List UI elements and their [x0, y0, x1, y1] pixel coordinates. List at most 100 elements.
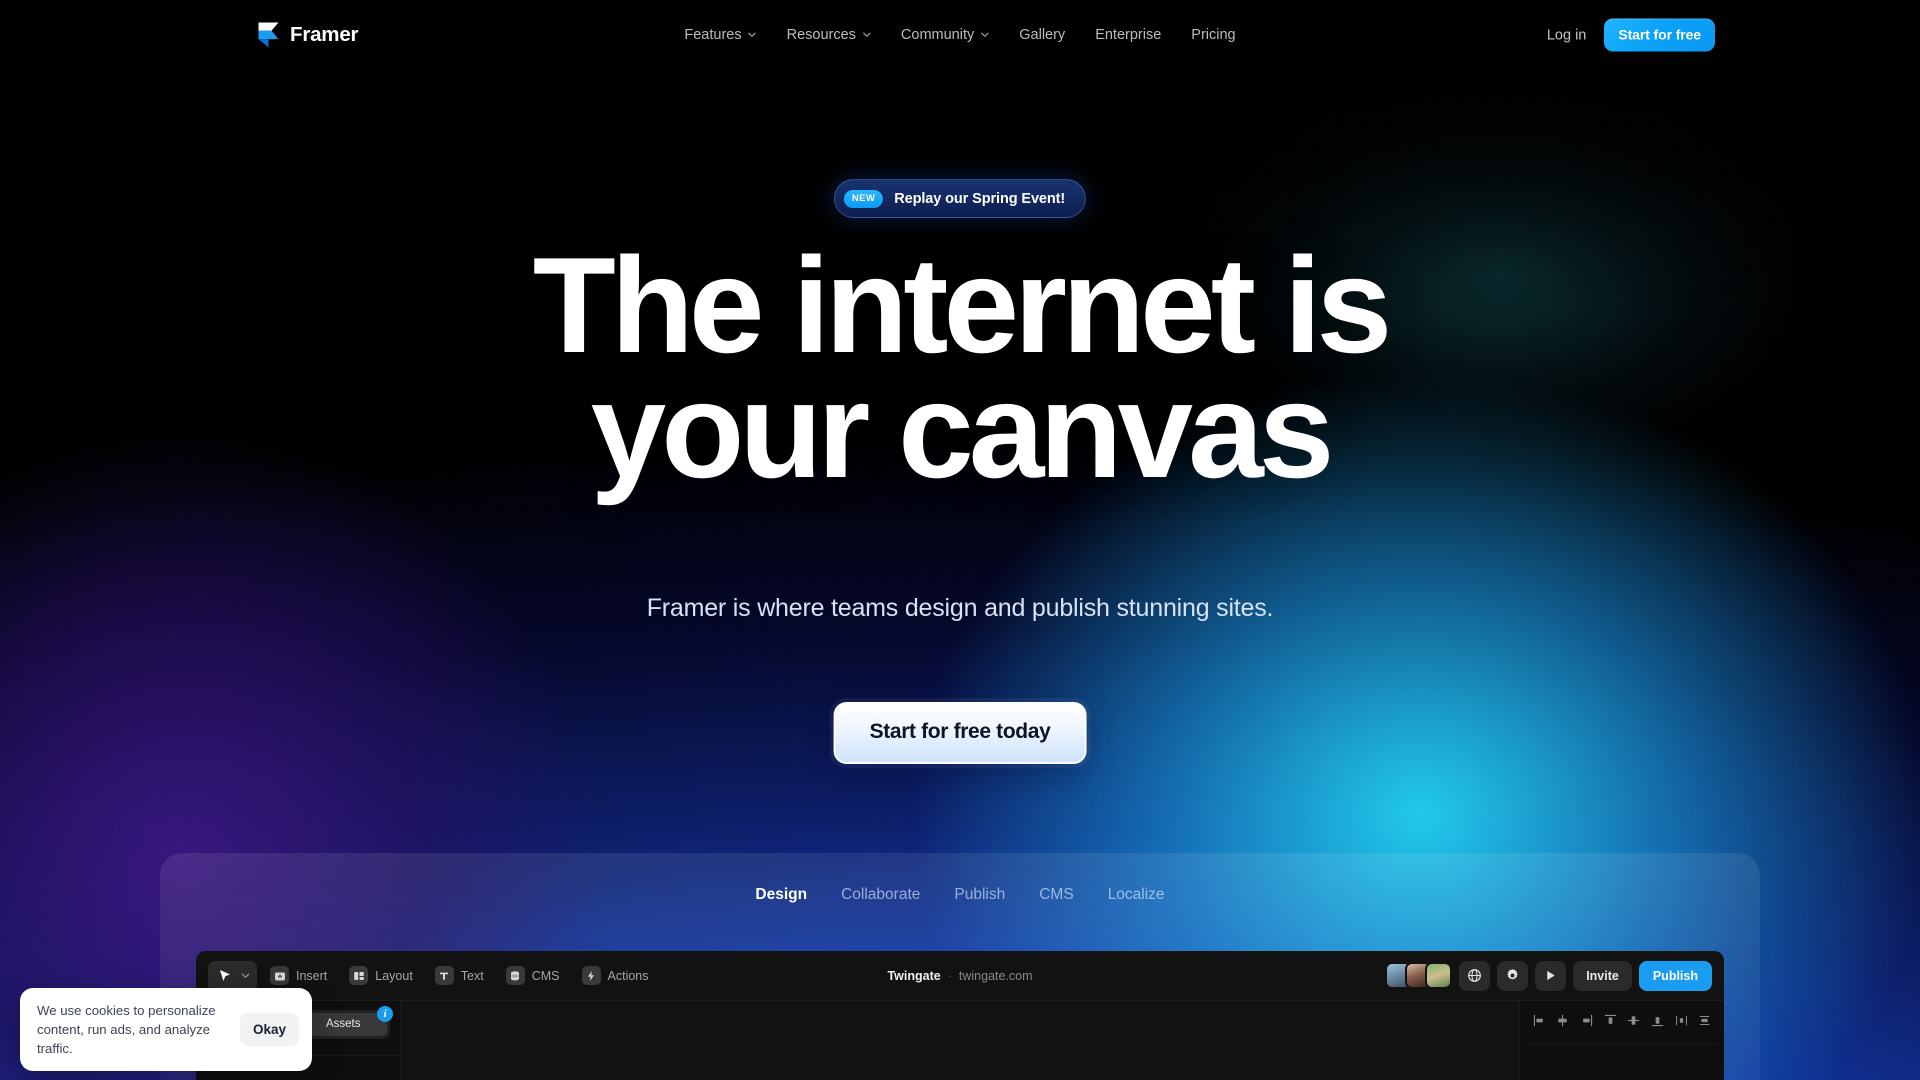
nav-item-label: Enterprise [1095, 27, 1162, 43]
layout-icon [349, 966, 369, 985]
align-right-icon-button[interactable] [1575, 1009, 1597, 1031]
info-badge: i [377, 1006, 393, 1022]
nav-actions: Log in Start for free [1547, 18, 1715, 52]
tool-label: Insert [296, 968, 328, 983]
hero-subtitle: Framer is where teams design and publish… [646, 594, 1274, 622]
framer-logo-icon [258, 22, 279, 48]
align-horizontal-center-icon-button[interactable] [1552, 1009, 1574, 1031]
brand-logo[interactable]: Framer [258, 22, 359, 48]
publish-button[interactable]: Publish [1638, 960, 1712, 991]
align-top-icon [1603, 1013, 1618, 1028]
cookie-message: We use cookies to personalize content, r… [37, 1003, 216, 1057]
gear-icon-button[interactable] [1497, 960, 1529, 991]
app-toolbar-tools: Insert Layout Text CMS Actions [208, 960, 658, 991]
brand-name: Framer [290, 23, 359, 46]
announcement-text: Replay our Spring Event! [894, 190, 1066, 207]
gear-icon [1505, 968, 1520, 983]
tool-actions[interactable]: Actions [573, 961, 658, 991]
login-link[interactable]: Log in [1547, 27, 1587, 43]
distribute-horizontal-icon-button[interactable] [1670, 1009, 1692, 1031]
nav-item-label: Resources [786, 27, 856, 43]
play-icon-button[interactable] [1535, 960, 1567, 991]
nav-item-label: Community [900, 27, 975, 43]
tool-cursor[interactable] [208, 960, 257, 991]
align-vertical-center-icon [1626, 1013, 1641, 1028]
nav-item-label: Pricing [1191, 27, 1236, 43]
nav-item-community[interactable]: Community [886, 27, 1004, 43]
align-horizontal-center-icon [1555, 1013, 1570, 1028]
cookie-consent-banner: We use cookies to personalize content, r… [20, 988, 312, 1072]
alignment-toolbar [1526, 1009, 1718, 1031]
announcement-pill[interactable]: NEW Replay our Spring Event! [833, 179, 1087, 218]
cms-icon [505, 966, 525, 985]
tab-localize[interactable]: Localize [1091, 886, 1182, 904]
hero-cta-wrapper: Start for free today [833, 702, 1087, 764]
chevron-down-icon [862, 30, 871, 39]
nav-item-gallery[interactable]: Gallery [1004, 27, 1080, 43]
announcement-pill-wrapper: NEW Replay our Spring Event! [833, 179, 1087, 218]
align-bottom-icon-button[interactable] [1647, 1009, 1669, 1031]
nav-item-label: Gallery [1019, 27, 1066, 43]
nav-item-resources[interactable]: Resources [772, 27, 886, 43]
page-title: The internet is your canvas [0, 237, 1920, 507]
tool-layout[interactable]: Layout [340, 961, 422, 991]
nav-item-features[interactable]: Features [669, 27, 771, 43]
top-navigation-bar: Framer Features Resources Community Gall… [0, 0, 1920, 70]
tool-label: Text [460, 968, 484, 983]
text-icon [434, 966, 454, 985]
invite-button[interactable]: Invite [1573, 960, 1632, 991]
tool-insert[interactable]: Insert [261, 961, 336, 991]
tool-cms[interactable]: CMS [497, 961, 569, 991]
start-for-free-today-button[interactable]: Start for free today [833, 702, 1087, 764]
tool-text[interactable]: Text [426, 961, 493, 991]
globe-icon-button[interactable] [1459, 960, 1491, 991]
tab-publish[interactable]: Publish [937, 886, 1022, 904]
tool-label: CMS [531, 968, 560, 983]
collaborator-avatars [1385, 962, 1453, 989]
nav-menu: Features Resources Community Gallery Ent… [669, 27, 1250, 43]
tab-cms[interactable]: CMS [1022, 886, 1090, 904]
chevron-down-icon [748, 30, 757, 39]
project-breadcrumb: Twingate · twingate.com [887, 969, 1032, 983]
insert-icon [270, 966, 289, 985]
chevron-down-icon [241, 969, 250, 983]
nav-item-enterprise[interactable]: Enterprise [1080, 27, 1176, 43]
cursor-icon [215, 966, 234, 985]
project-name: Twingate [887, 968, 941, 983]
left-panel-tab-assets[interactable]: Assets i [299, 1006, 393, 1036]
distribute-horizontal-icon [1674, 1013, 1689, 1028]
app-canvas[interactable] [401, 1001, 1519, 1080]
app-right-panel [1519, 1001, 1724, 1080]
align-bottom-icon [1650, 1013, 1665, 1028]
globe-icon [1467, 968, 1482, 983]
right-panel-divider [1526, 1043, 1718, 1044]
project-url[interactable]: twingate.com [959, 969, 1033, 983]
tab-design[interactable]: Design [738, 886, 824, 904]
nav-item-label: Features [684, 27, 742, 43]
app-window-mockup: Insert Layout Text CMS Actions Twingate … [196, 951, 1724, 1080]
align-left-icon-button[interactable] [1528, 1009, 1550, 1031]
avatar[interactable] [1425, 962, 1453, 989]
tab-collaborate[interactable]: Collaborate [824, 886, 937, 904]
align-right-icon [1579, 1013, 1594, 1028]
app-toolbar: Insert Layout Text CMS Actions Twingate … [196, 951, 1724, 1001]
product-showcase-panel: Design Collaborate Publish CMS Localize [160, 853, 1760, 1080]
align-vertical-center-icon-button[interactable] [1623, 1009, 1645, 1031]
align-left-icon [1532, 1013, 1547, 1028]
tool-label: Actions [607, 968, 649, 983]
play-icon [1544, 969, 1557, 982]
distribute-vertical-icon-button[interactable] [1694, 1009, 1716, 1031]
start-for-free-button[interactable]: Start for free [1604, 18, 1715, 52]
nav-item-pricing[interactable]: Pricing [1176, 27, 1250, 43]
cookie-accept-button[interactable]: Okay [239, 1013, 299, 1047]
chevron-down-icon [980, 30, 989, 39]
actions-icon [581, 966, 601, 985]
align-top-icon-button[interactable] [1599, 1009, 1621, 1031]
distribute-vertical-icon [1697, 1013, 1712, 1028]
tool-label: Layout [375, 968, 413, 983]
left-panel-tab-label: Assets [325, 1018, 361, 1030]
app-body: Layers Assets i [196, 1001, 1724, 1080]
headline-line-2: your canvas [590, 354, 1335, 507]
new-badge: NEW [843, 189, 884, 208]
showcase-tabs: Design Collaborate Publish CMS Localize [160, 886, 1760, 904]
